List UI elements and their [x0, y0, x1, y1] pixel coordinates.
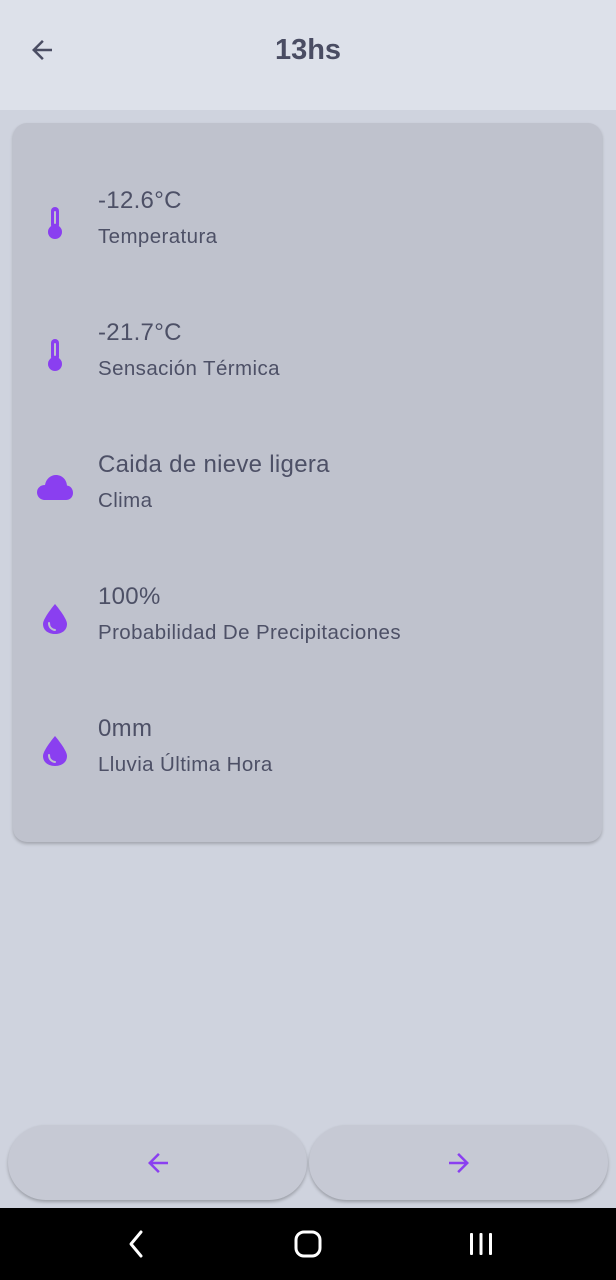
chevron-left-icon — [129, 1230, 143, 1258]
temperature-value: -12.6°C — [98, 187, 182, 214]
rain-last-hour-value: 0mm — [98, 715, 153, 742]
system-navigation-bar — [0, 1208, 616, 1280]
weather-details-card: -12.6°C Temperatura -21.7°C Sensación Té… — [13, 123, 602, 842]
recents-icon — [470, 1233, 492, 1255]
water-drop-icon — [35, 599, 75, 639]
detail-row-feels-like: -21.7°C Sensación Térmica — [13, 319, 602, 399]
detail-row-rain-last-hour: 0mm Lluvia Última Hora — [13, 715, 602, 795]
app-bar: 13hs — [0, 0, 616, 110]
precipitation-probability-value: 100% — [98, 583, 161, 610]
cloud-icon — [35, 467, 75, 507]
detail-row-weather: Caida de nieve ligera Clima — [13, 451, 602, 531]
weather-value: Caida de nieve ligera — [98, 451, 330, 478]
feels-like-value: -21.7°C — [98, 319, 182, 346]
thermometer-icon — [35, 203, 75, 243]
precipitation-probability-label: Probabilidad De Precipitaciones — [98, 621, 401, 644]
system-home-button[interactable] — [278, 1224, 338, 1264]
page-title: 13hs — [274, 34, 342, 66]
detail-row-precipitation-probability: 100% Probabilidad De Precipitaciones — [13, 583, 602, 663]
system-back-button[interactable] — [106, 1224, 166, 1264]
rain-last-hour-label: Lluvia Última Hora — [98, 753, 273, 776]
system-recents-button[interactable] — [451, 1224, 511, 1264]
arrow-left-icon — [147, 1152, 168, 1173]
home-icon — [294, 1230, 322, 1258]
water-drop-icon — [35, 731, 75, 771]
weather-label: Clima — [98, 489, 153, 512]
next-hour-button[interactable] — [309, 1125, 608, 1200]
temperature-label: Temperatura — [98, 225, 218, 248]
feels-like-label: Sensación Térmica — [98, 357, 280, 380]
previous-hour-button[interactable] — [8, 1125, 307, 1200]
arrow-right-icon — [448, 1152, 469, 1173]
detail-row-temperature: -12.6°C Temperatura — [13, 187, 602, 267]
thermometer-icon — [35, 335, 75, 375]
